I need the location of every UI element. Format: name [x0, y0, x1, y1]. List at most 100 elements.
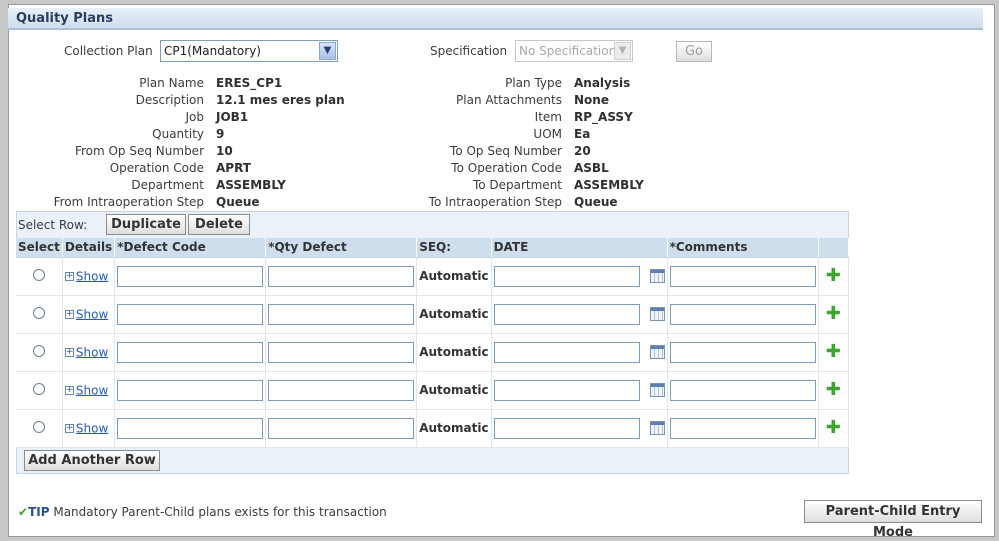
- show-details-link[interactable]: Show: [76, 383, 108, 397]
- add-icon[interactable]: ✚: [826, 341, 841, 362]
- detail-right-label: To Intraoperation Step: [428, 195, 562, 209]
- defect-code-input[interactable]: [117, 303, 264, 325]
- qty-defect-input[interactable]: [268, 379, 415, 401]
- tip-label: TIP: [28, 505, 50, 519]
- show-details-link[interactable]: Show: [76, 345, 108, 359]
- detail-right-label: Plan Type: [505, 76, 562, 90]
- row-radio[interactable]: [32, 268, 45, 281]
- show-details-link[interactable]: Show: [76, 421, 108, 435]
- add-icon[interactable]: ✚: [826, 265, 841, 286]
- defect-code-cell: [114, 257, 267, 296]
- col-details: Details: [62, 238, 116, 258]
- expand-icon[interactable]: +: [64, 271, 74, 281]
- date-input[interactable]: [493, 303, 640, 325]
- qty-defect-input[interactable]: [268, 341, 415, 363]
- defect-code-input[interactable]: [117, 379, 264, 401]
- qty-defect-cell: [265, 295, 418, 334]
- detail-left-label: Department: [131, 178, 204, 192]
- show-details-link[interactable]: Show: [76, 269, 108, 283]
- defect-code-cell: [114, 409, 267, 448]
- select-cell: [16, 333, 63, 372]
- qty-defect-input[interactable]: [268, 417, 415, 439]
- detail-left-value: 10: [216, 144, 233, 158]
- detail-left-value: 9: [216, 127, 225, 141]
- expand-icon[interactable]: +: [64, 423, 74, 433]
- specification-select[interactable]: No Specification ▼: [515, 40, 633, 62]
- table-header-row: Select Details *Defect Code *Qty Defect …: [16, 238, 850, 258]
- collection-plan-select[interactable]: CP1(Mandatory) ▼: [160, 40, 338, 62]
- duplicate-button[interactable]: Duplicate: [106, 214, 186, 235]
- comments-cell: [667, 333, 819, 372]
- expand-icon[interactable]: +: [64, 385, 74, 395]
- seq-value: Automatic: [419, 269, 489, 283]
- seq-cell: Automatic: [416, 409, 492, 448]
- detail-left-label: From Op Seq Number: [74, 144, 204, 158]
- calendar-icon[interactable]: [649, 383, 665, 397]
- add-icon[interactable]: ✚: [826, 417, 841, 438]
- add-cell: ✚: [818, 257, 850, 296]
- date-cell: [491, 409, 668, 448]
- delete-button[interactable]: Delete: [188, 214, 250, 235]
- comments-input[interactable]: [669, 379, 816, 401]
- qty-defect-cell: [265, 333, 418, 372]
- details-cell: + Show: [62, 257, 116, 296]
- comments-input[interactable]: [669, 265, 816, 287]
- calendar-icon[interactable]: [649, 345, 665, 359]
- detail-right-label: Plan Attachments: [456, 93, 562, 107]
- detail-left-label: Plan Name: [139, 76, 204, 90]
- row-radio[interactable]: [32, 344, 45, 357]
- detail-right-value: ASSEMBLY: [574, 178, 644, 192]
- date-input[interactable]: [493, 341, 640, 363]
- seq-value: Automatic: [419, 345, 489, 359]
- go-button[interactable]: Go: [676, 41, 712, 62]
- calendar-icon[interactable]: [649, 269, 665, 283]
- details-cell: + Show: [62, 371, 116, 410]
- date-cell: [491, 295, 668, 334]
- tip: ✔TIP Mandatory Parent-Child plans exists…: [18, 505, 387, 519]
- add-cell: ✚: [818, 333, 850, 372]
- add-icon[interactable]: ✚: [826, 303, 841, 324]
- comments-input[interactable]: [669, 417, 816, 439]
- row-radio[interactable]: [32, 306, 45, 319]
- defect-code-input[interactable]: [117, 265, 264, 287]
- comments-input[interactable]: [669, 341, 816, 363]
- parent-child-entry-mode-button[interactable]: Parent-Child Entry Mode: [804, 500, 982, 540]
- comments-cell: [667, 257, 819, 296]
- qty-defect-input[interactable]: [268, 303, 415, 325]
- seq-cell: Automatic: [416, 371, 492, 410]
- col-select: Select: [16, 238, 63, 258]
- comments-input[interactable]: [669, 303, 816, 325]
- qty-defect-input[interactable]: [268, 265, 415, 287]
- row-radio[interactable]: [32, 382, 45, 395]
- expand-icon[interactable]: +: [64, 347, 74, 357]
- defect-code-input[interactable]: [117, 341, 264, 363]
- specification-label: Specification: [430, 44, 508, 58]
- calendar-icon[interactable]: [649, 307, 665, 321]
- expand-icon[interactable]: +: [64, 309, 74, 319]
- check-icon: ✔: [18, 505, 29, 519]
- col-defect-code: *Defect Code: [114, 238, 267, 258]
- table-row: + Show Automatic ✚: [16, 257, 850, 296]
- detail-right-value: Ea: [574, 127, 591, 141]
- seq-value: Automatic: [419, 307, 489, 321]
- chevron-down-icon: ▼: [614, 42, 631, 60]
- add-another-row-button[interactable]: Add Another Row: [24, 450, 160, 471]
- detail-left-value: ASSEMBLY: [216, 178, 286, 192]
- seq-value: Automatic: [419, 383, 489, 397]
- row-radio[interactable]: [32, 420, 45, 433]
- detail-left-value: ERES_CP1: [216, 76, 283, 90]
- table-row: + Show Automatic ✚: [16, 409, 850, 448]
- add-icon[interactable]: ✚: [826, 379, 841, 400]
- detail-right-value: ASBL: [574, 161, 609, 175]
- date-input[interactable]: [493, 417, 640, 439]
- seq-cell: Automatic: [416, 257, 492, 296]
- seq-value: Automatic: [419, 421, 489, 435]
- show-details-link[interactable]: Show: [76, 307, 108, 321]
- date-input[interactable]: [493, 265, 640, 287]
- section-title: Quality Plans: [16, 11, 113, 26]
- detail-left-label: Operation Code: [109, 161, 204, 175]
- date-input[interactable]: [493, 379, 640, 401]
- detail-right-value: 20: [574, 144, 591, 158]
- defect-code-input[interactable]: [117, 417, 264, 439]
- calendar-icon[interactable]: [649, 421, 665, 435]
